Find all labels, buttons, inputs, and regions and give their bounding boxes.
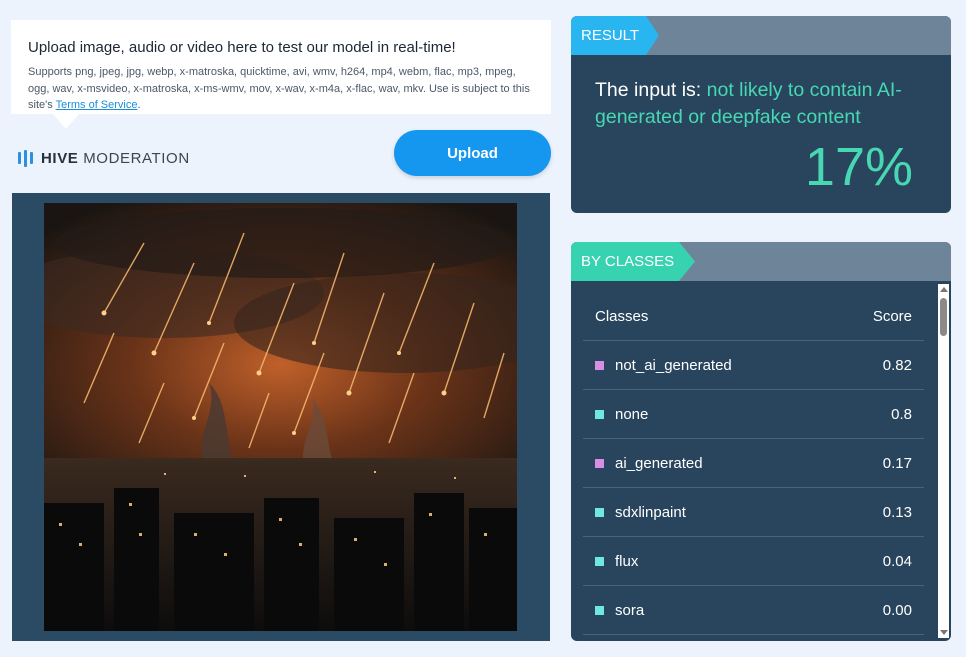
media-preview — [12, 193, 550, 641]
logo-text-strong: HIVE — [41, 149, 79, 167]
result-tag: RESULT — [571, 16, 659, 55]
hive-logo-icon — [18, 149, 33, 167]
table-row: none 0.8 — [583, 390, 924, 439]
scroll-thumb[interactable] — [940, 298, 947, 336]
class-score: 0.17 — [882, 454, 912, 472]
night-city-image — [44, 203, 517, 631]
logo-text-light: MODERATION — [83, 149, 190, 167]
class-color-swatch — [595, 409, 604, 419]
classes-column-header: Classes — [595, 307, 649, 325]
class-name: not_ai_generated — [615, 356, 732, 374]
table-row: flux 0.04 — [583, 537, 924, 586]
scroll-up-icon[interactable] — [940, 287, 948, 292]
result-percentage: 17% — [804, 137, 913, 197]
terms-of-service-link[interactable]: Terms of Service — [56, 99, 138, 111]
logo-text: HIVE MODERATION — [41, 150, 190, 167]
supported-formats: Supports png, jpeg, jpg, webp, x-matrosk… — [28, 64, 534, 114]
result-prefix: The input is: — [595, 79, 707, 101]
class-color-swatch — [595, 458, 604, 468]
table-row: sora 0.00 — [583, 586, 924, 635]
table-row: ai_generated 0.17 — [583, 439, 924, 488]
result-statement: The input is: not likely to contain AI-g… — [595, 77, 930, 131]
upload-title: Upload image, audio or video here to tes… — [28, 39, 456, 56]
table-row: not_ai_generated 0.82 — [583, 341, 924, 390]
hive-moderation-logo: HIVE MODERATION — [18, 148, 190, 168]
class-name: sdxlinpaint — [615, 503, 686, 521]
upload-instructions: Upload image, audio or video here to tes… — [11, 20, 551, 129]
terms-suffix: . — [137, 99, 141, 111]
classes-table: Classes Score not_ai_generated 0.82 none… — [583, 282, 924, 635]
class-color-swatch — [595, 360, 604, 370]
class-name: flux — [615, 552, 639, 570]
table-row: sdxlinpaint 0.13 — [583, 488, 924, 537]
class-score: 0.13 — [882, 503, 912, 521]
by-classes-panel: BY CLASSES Classes Score not_ai_generate… — [571, 242, 951, 641]
class-color-swatch — [595, 605, 604, 615]
result-panel: RESULT The input is: not likely to conta… — [571, 16, 951, 213]
class-color-swatch — [595, 507, 604, 517]
class-name: sora — [615, 601, 645, 619]
class-score: 0.8 — [891, 405, 912, 423]
by-classes-tag: BY CLASSES — [571, 242, 695, 281]
class-name: none — [615, 405, 649, 423]
table-header-row: Classes Score — [583, 282, 924, 341]
scroll-down-icon[interactable] — [940, 630, 948, 635]
by-classes-header: BY CLASSES — [571, 242, 951, 281]
classes-scrollbar[interactable] — [938, 284, 949, 638]
class-name: ai_generated — [615, 454, 703, 472]
class-score: 0.00 — [882, 601, 912, 619]
upload-button[interactable]: Upload — [394, 130, 551, 176]
result-header: RESULT — [571, 16, 951, 55]
score-column-header: Score — [872, 307, 912, 325]
class-score: 0.82 — [882, 356, 912, 374]
class-score: 0.04 — [882, 552, 912, 570]
class-color-swatch — [595, 556, 604, 566]
